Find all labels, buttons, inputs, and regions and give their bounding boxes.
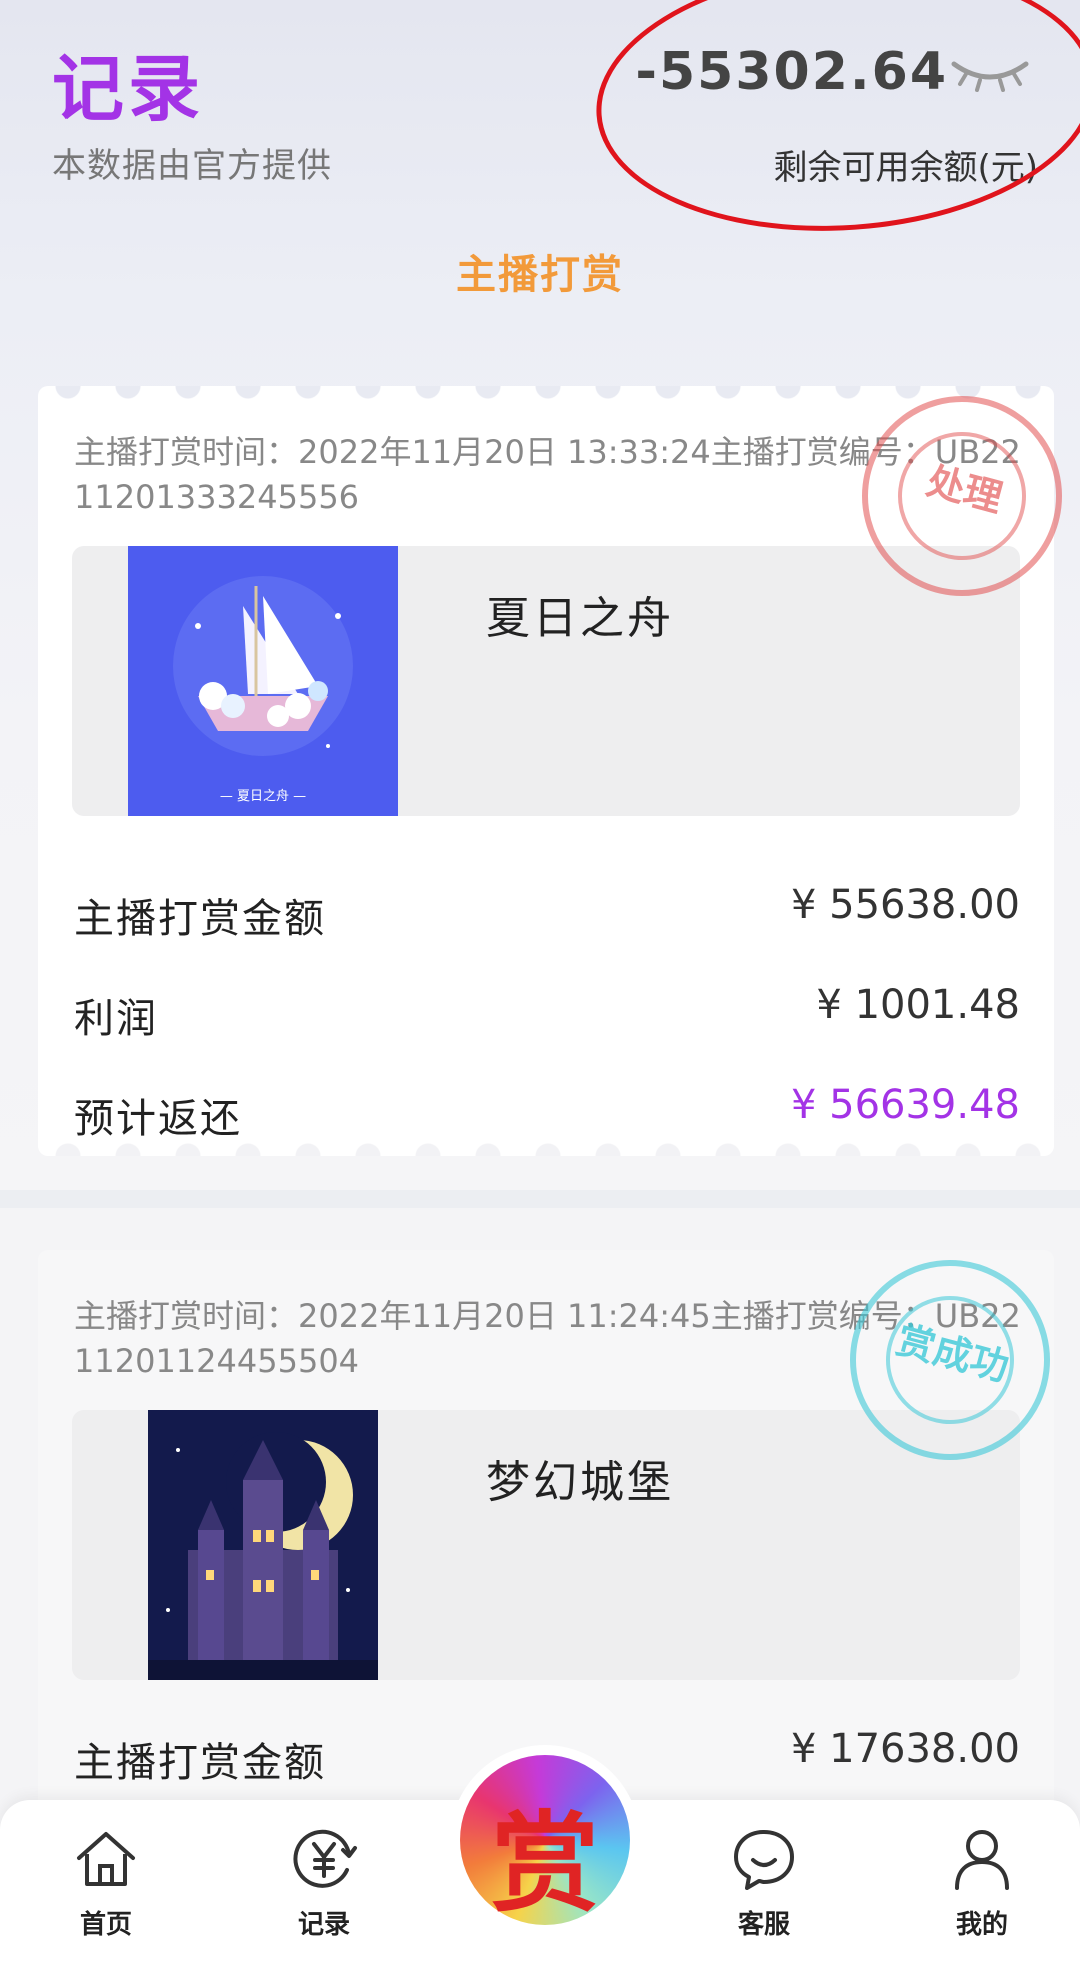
home-icon (77, 1832, 135, 1886)
scallop-edge (38, 386, 1054, 408)
nav-home-label: 首页 (79, 1910, 132, 1940)
return-value: ¥ 56639.48 (790, 1082, 1020, 1128)
scallop-edge (38, 1134, 1054, 1156)
nav-service-label: 客服 (737, 1910, 790, 1940)
record-card[interactable]: 主播打赏时间：2022年11月20日 13:33:24主播打赏编号：UB2211… (38, 373, 1080, 1156)
amount-label: 主播打赏金额 (74, 896, 326, 942)
reward-center-button[interactable]: 赏 (460, 1755, 630, 1927)
yuan-record-icon (293, 1829, 357, 1888)
gift-image (148, 1410, 378, 1680)
nav-record-label: 记录 (297, 1910, 350, 1940)
amount-row: 主播打赏金额 ¥ 55638.00 (74, 882, 1020, 946)
user-icon (955, 1830, 1009, 1890)
nav-home[interactable]: 首页 (46, 1824, 166, 1941)
nav-mine-label: 我的 (955, 1910, 1008, 1940)
red-annotation-circle (587, 0, 1080, 248)
product-name: 夏日之舟 (486, 593, 674, 644)
page-title: 记录 (52, 47, 205, 131)
nav-mine[interactable]: 我的 (922, 1824, 1042, 1941)
tab-anchor-tips[interactable]: 主播打赏 (0, 242, 1080, 300)
amount-label: 主播打赏金额 (74, 1740, 326, 1786)
nav-record[interactable]: 记录 (264, 1824, 384, 1941)
gift-image-caption: — 夏日之舟 — (220, 789, 306, 804)
amount-value: ¥ 55638.00 (790, 882, 1020, 928)
amount-value: ¥ 17638.00 (790, 1726, 1020, 1772)
page-subtitle: 本数据由官方提供 (52, 146, 332, 186)
header: 记录 本数据由官方提供 -55302.64 剩余可用余额(元) 主播打赏 (0, 0, 1080, 340)
section-divider (0, 1190, 1080, 1208)
gift-image: — 夏日之舟 — (128, 546, 398, 816)
product-panel: — 夏日之舟 — 夏日之舟 (72, 546, 1020, 816)
nav-service[interactable]: 客服 (704, 1824, 824, 1941)
profit-row: 利润 ¥ 1001.48 (74, 982, 1020, 1046)
profit-label: 利润 (74, 996, 158, 1042)
product-panel: 梦幻城堡 (72, 1410, 1020, 1680)
chat-bubble-icon (734, 1830, 794, 1890)
reward-button-char: 赏 (490, 1802, 599, 1927)
profit-value: ¥ 1001.48 (816, 982, 1020, 1028)
product-name: 梦幻城堡 (486, 1457, 674, 1508)
